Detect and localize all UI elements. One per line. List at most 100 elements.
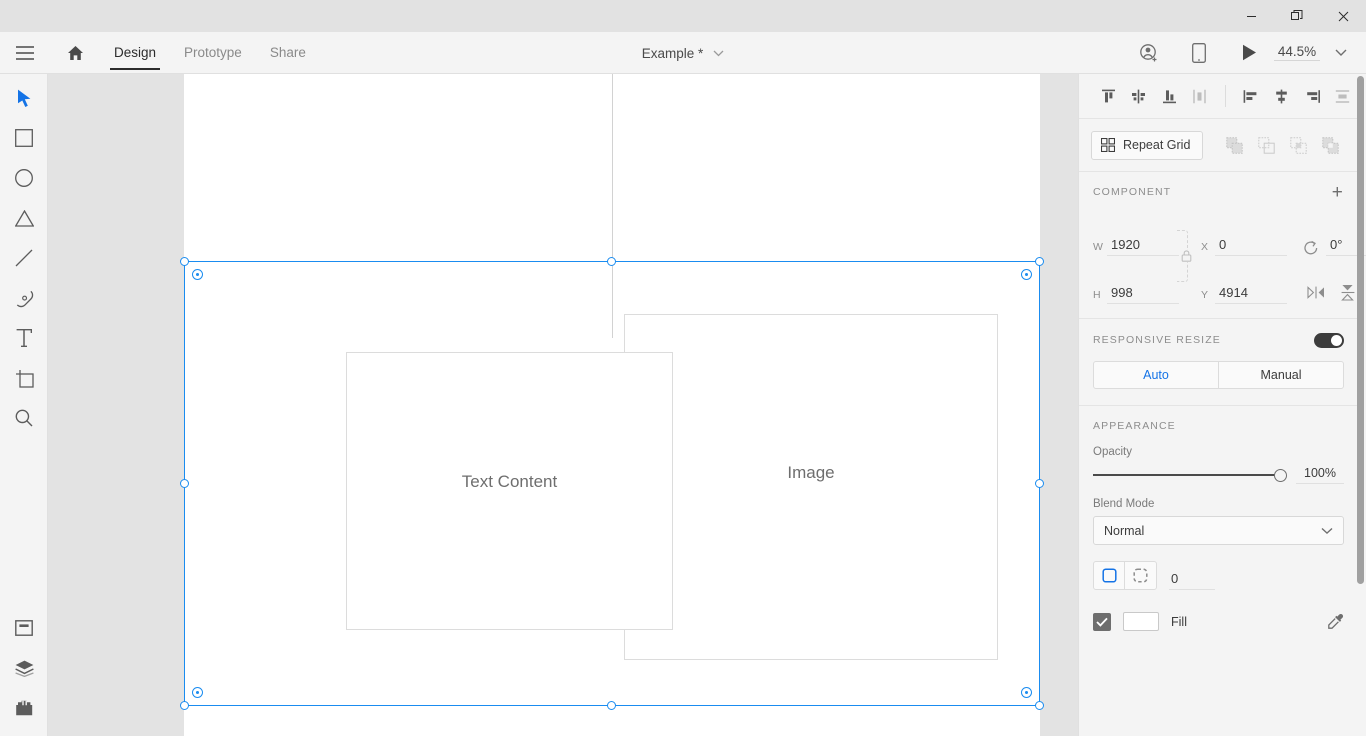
opacity-slider-knob[interactable] — [1274, 468, 1287, 482]
line-tool[interactable] — [0, 238, 48, 278]
design-canvas[interactable]: Image Text Content — [48, 74, 1078, 736]
y-position-field[interactable]: Y 4914 — [1201, 285, 1287, 304]
align-left-icon[interactable] — [1236, 81, 1267, 111]
text-content-placeholder[interactable]: Text Content — [346, 352, 673, 630]
ellipse-tool[interactable] — [0, 158, 48, 198]
zoom-tool[interactable] — [0, 398, 48, 438]
hamburger-menu-icon[interactable] — [0, 32, 50, 74]
fill-color-swatch[interactable] — [1123, 612, 1159, 631]
invite-collaborator-icon[interactable] — [1124, 32, 1174, 74]
boolean-intersect-icon[interactable] — [1282, 130, 1314, 160]
tab-share[interactable]: Share — [256, 32, 320, 74]
width-value[interactable]: 1920 — [1107, 237, 1179, 256]
image-placeholder-label: Image — [787, 463, 835, 482]
close-button[interactable] — [1320, 0, 1366, 32]
opacity-slider-track — [1093, 474, 1286, 476]
repeat-grid-button[interactable]: Repeat Grid — [1091, 130, 1204, 160]
chevron-down-icon[interactable] — [713, 50, 724, 57]
corner-radius-individual-icon[interactable] — [1125, 562, 1156, 589]
responsive-mode-auto-label: Auto — [1143, 368, 1169, 382]
add-component-button[interactable]: + — [1332, 183, 1344, 202]
align-vertical-center-icon[interactable] — [1124, 81, 1155, 111]
distribute-vertical-icon[interactable] — [1185, 81, 1216, 111]
appearance-section-header: APPEARANCE — [1079, 406, 1358, 446]
layers-panel-button[interactable] — [0, 648, 48, 688]
width-field[interactable]: W 1920 — [1093, 237, 1179, 256]
corner-radius-value[interactable]: 0 — [1169, 571, 1215, 590]
x-label: X — [1201, 241, 1209, 253]
zoom-chevron-down-icon[interactable] — [1326, 32, 1356, 74]
blend-mode-select[interactable]: Normal — [1093, 516, 1344, 545]
home-icon[interactable] — [50, 32, 100, 74]
repeat-grid-row: Repeat Grid — [1079, 119, 1358, 171]
pen-tool[interactable] — [0, 278, 48, 318]
component-section-title: COMPONENT — [1093, 186, 1172, 198]
fill-label: Fill — [1171, 614, 1187, 629]
text-tool[interactable] — [0, 318, 48, 358]
corner-radius-uniform-icon[interactable] — [1094, 562, 1125, 589]
property-inspector-panel: Repeat Grid COMPONENT + W 1920 X 0 0° H … — [1078, 74, 1366, 736]
panel-scrollbar[interactable] — [1357, 76, 1364, 584]
opacity-value[interactable]: 100% — [1296, 466, 1344, 484]
document-title: Example * — [641, 45, 704, 61]
toolbar-right-group: 44.5% — [1124, 32, 1366, 74]
corner-radius-mode-group — [1093, 561, 1157, 590]
tab-share-label: Share — [269, 45, 306, 60]
tool-rail-panel-group — [0, 608, 48, 728]
fill-enabled-checkbox[interactable] — [1093, 612, 1111, 631]
width-label: W — [1093, 241, 1103, 253]
chevron-down-icon — [1321, 527, 1333, 535]
document-title-group[interactable]: Example * — [642, 46, 725, 61]
tab-design[interactable]: Design — [100, 32, 170, 74]
polygon-tool[interactable] — [0, 198, 48, 238]
opacity-row: 100% — [1079, 458, 1358, 484]
restore-button[interactable] — [1274, 0, 1320, 32]
tool-rail-primary-group — [0, 74, 47, 438]
artboard-tool[interactable] — [0, 358, 48, 398]
rectangle-tool[interactable] — [0, 118, 48, 158]
tab-prototype[interactable]: Prototype — [170, 32, 256, 74]
play-desktop-preview-icon[interactable] — [1224, 32, 1274, 74]
flip-horizontal-icon[interactable] — [1303, 280, 1329, 304]
responsive-mode-auto[interactable]: Auto — [1094, 362, 1219, 388]
distribute-horizontal-icon[interactable] — [1327, 81, 1358, 111]
fill-row: Fill — [1079, 590, 1358, 631]
transform-row-2: H 998 Y 4914 — [1093, 270, 1355, 304]
artboard-column-divider — [612, 74, 613, 338]
tab-prototype-label: Prototype — [184, 45, 242, 60]
appearance-section-title: APPEARANCE — [1093, 420, 1176, 432]
device-preview-icon[interactable] — [1174, 32, 1224, 74]
responsive-resize-toggle[interactable] — [1314, 332, 1344, 348]
align-top-icon[interactable] — [1093, 81, 1124, 111]
boolean-add-icon[interactable] — [1218, 130, 1250, 160]
y-label: Y — [1201, 289, 1209, 301]
grid-four-squares-icon — [1101, 138, 1115, 152]
transform-row-1: W 1920 X 0 0° — [1093, 222, 1366, 256]
eyedropper-icon[interactable] — [1327, 613, 1344, 630]
align-right-icon[interactable] — [1297, 81, 1328, 111]
select-tool[interactable] — [0, 78, 48, 118]
assets-panel-button[interactable] — [0, 608, 48, 648]
window-titlebar — [0, 0, 1366, 32]
boolean-exclude-icon[interactable] — [1314, 130, 1346, 160]
y-value[interactable]: 4914 — [1215, 285, 1287, 304]
boolean-operations-group — [1218, 130, 1346, 160]
plugins-panel-button[interactable] — [0, 688, 48, 728]
x-position-field[interactable]: X 0 — [1201, 237, 1287, 256]
minimize-button[interactable] — [1228, 0, 1274, 32]
image-placeholder[interactable]: Image — [624, 314, 998, 660]
boolean-subtract-icon[interactable] — [1250, 130, 1282, 160]
corner-radius-row: 0 — [1079, 545, 1358, 590]
align-bottom-icon[interactable] — [1154, 81, 1185, 111]
alignment-divider — [1225, 85, 1226, 107]
zoom-level-value[interactable]: 44.5% — [1274, 44, 1320, 61]
lock-aspect-ratio-icon[interactable] — [1175, 228, 1197, 284]
opacity-slider[interactable] — [1093, 467, 1287, 483]
responsive-mode-manual[interactable]: Manual — [1219, 362, 1343, 388]
height-value[interactable]: 998 — [1107, 285, 1179, 304]
height-field[interactable]: H 998 — [1093, 285, 1179, 304]
x-value[interactable]: 0 — [1215, 237, 1287, 256]
opacity-label: Opacity — [1093, 446, 1132, 458]
align-horizontal-center-icon[interactable] — [1266, 81, 1297, 111]
toolbar-left-group: Design Prototype Share — [0, 32, 320, 74]
